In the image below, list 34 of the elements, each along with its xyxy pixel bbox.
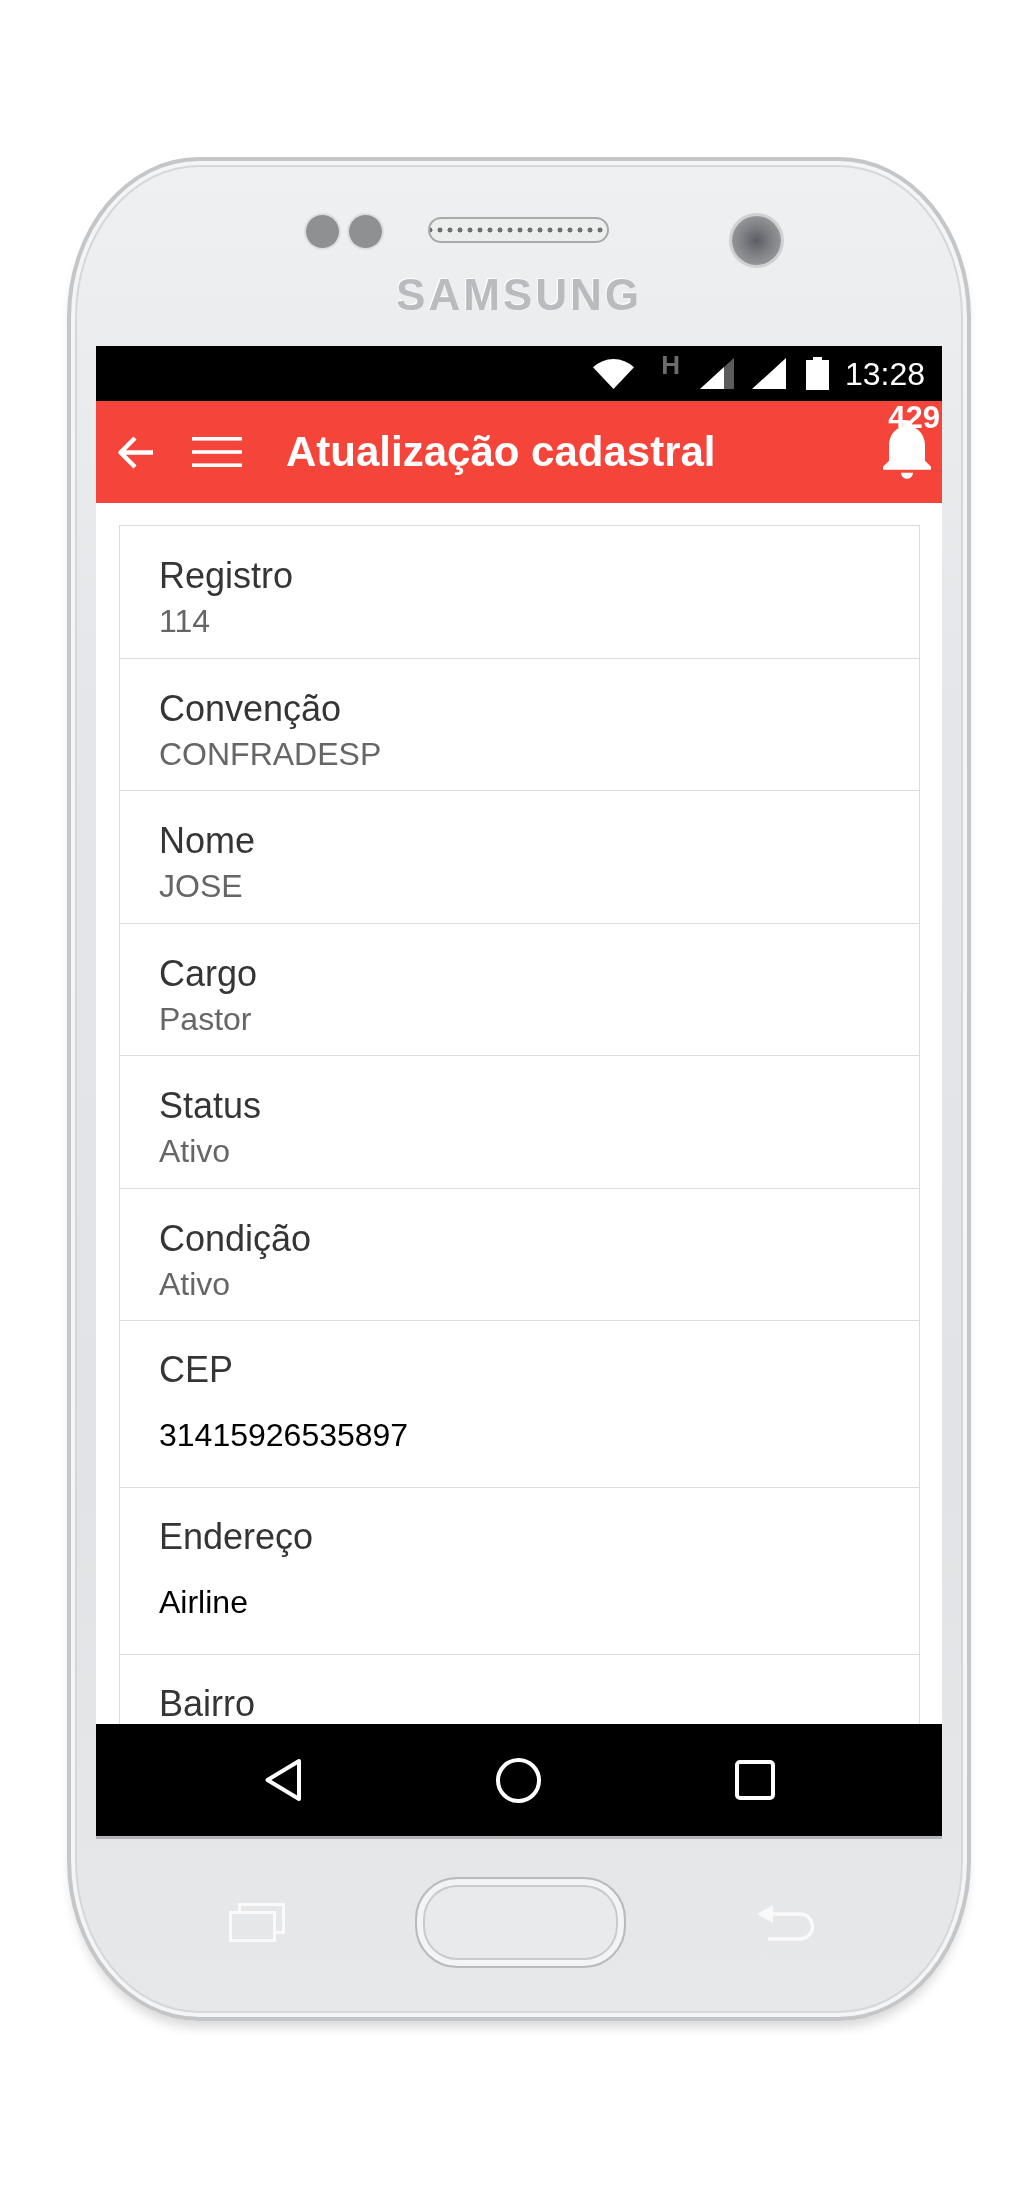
- field-value: CONFRADESP: [159, 734, 383, 773]
- field-label: Condição: [159, 1217, 313, 1260]
- field-value: Ativo: [159, 1264, 232, 1303]
- field-label: Endereço: [159, 1516, 315, 1558]
- input-field[interactable]: 31415926535897: [159, 1416, 899, 1454]
- network-type-label: H: [661, 352, 680, 378]
- field-label: Bairro: [159, 1683, 257, 1724]
- field-value: Ativo: [159, 1132, 232, 1170]
- battery-icon: [805, 357, 829, 390]
- menu-icon[interactable]: [192, 437, 242, 467]
- field-label: Convenção: [159, 687, 343, 730]
- field-label: Nome: [159, 820, 257, 862]
- camera-lens-icon: [732, 216, 781, 265]
- field-label: Cargo: [159, 952, 259, 995]
- back-arrow-icon[interactable]: [116, 434, 154, 470]
- sensor-dot-icon: [349, 215, 382, 248]
- speaker-grill-icon: [428, 217, 609, 243]
- page-title: Atualização cadastral: [286, 427, 716, 477]
- wifi-icon: [593, 358, 635, 389]
- notification-count: 429: [888, 402, 940, 433]
- nav-recents-icon[interactable]: [734, 1760, 775, 1800]
- nav-home-icon[interactable]: [495, 1757, 541, 1803]
- field-label: Status: [159, 1085, 263, 1127]
- signal-icon: [751, 358, 786, 389]
- signal-icon: [699, 358, 734, 389]
- nav-back-icon[interactable]: [263, 1758, 302, 1802]
- input-field[interactable]: Airline: [159, 1583, 899, 1621]
- field-label: Registro: [159, 555, 295, 597]
- field-value: 114: [159, 602, 211, 640]
- sensor-dot-icon: [306, 215, 339, 248]
- field-value: JOSE: [159, 867, 244, 905]
- field-value: Pastor: [159, 999, 253, 1038]
- field-label: CEP: [159, 1349, 235, 1391]
- status-time: 13:28: [844, 357, 925, 390]
